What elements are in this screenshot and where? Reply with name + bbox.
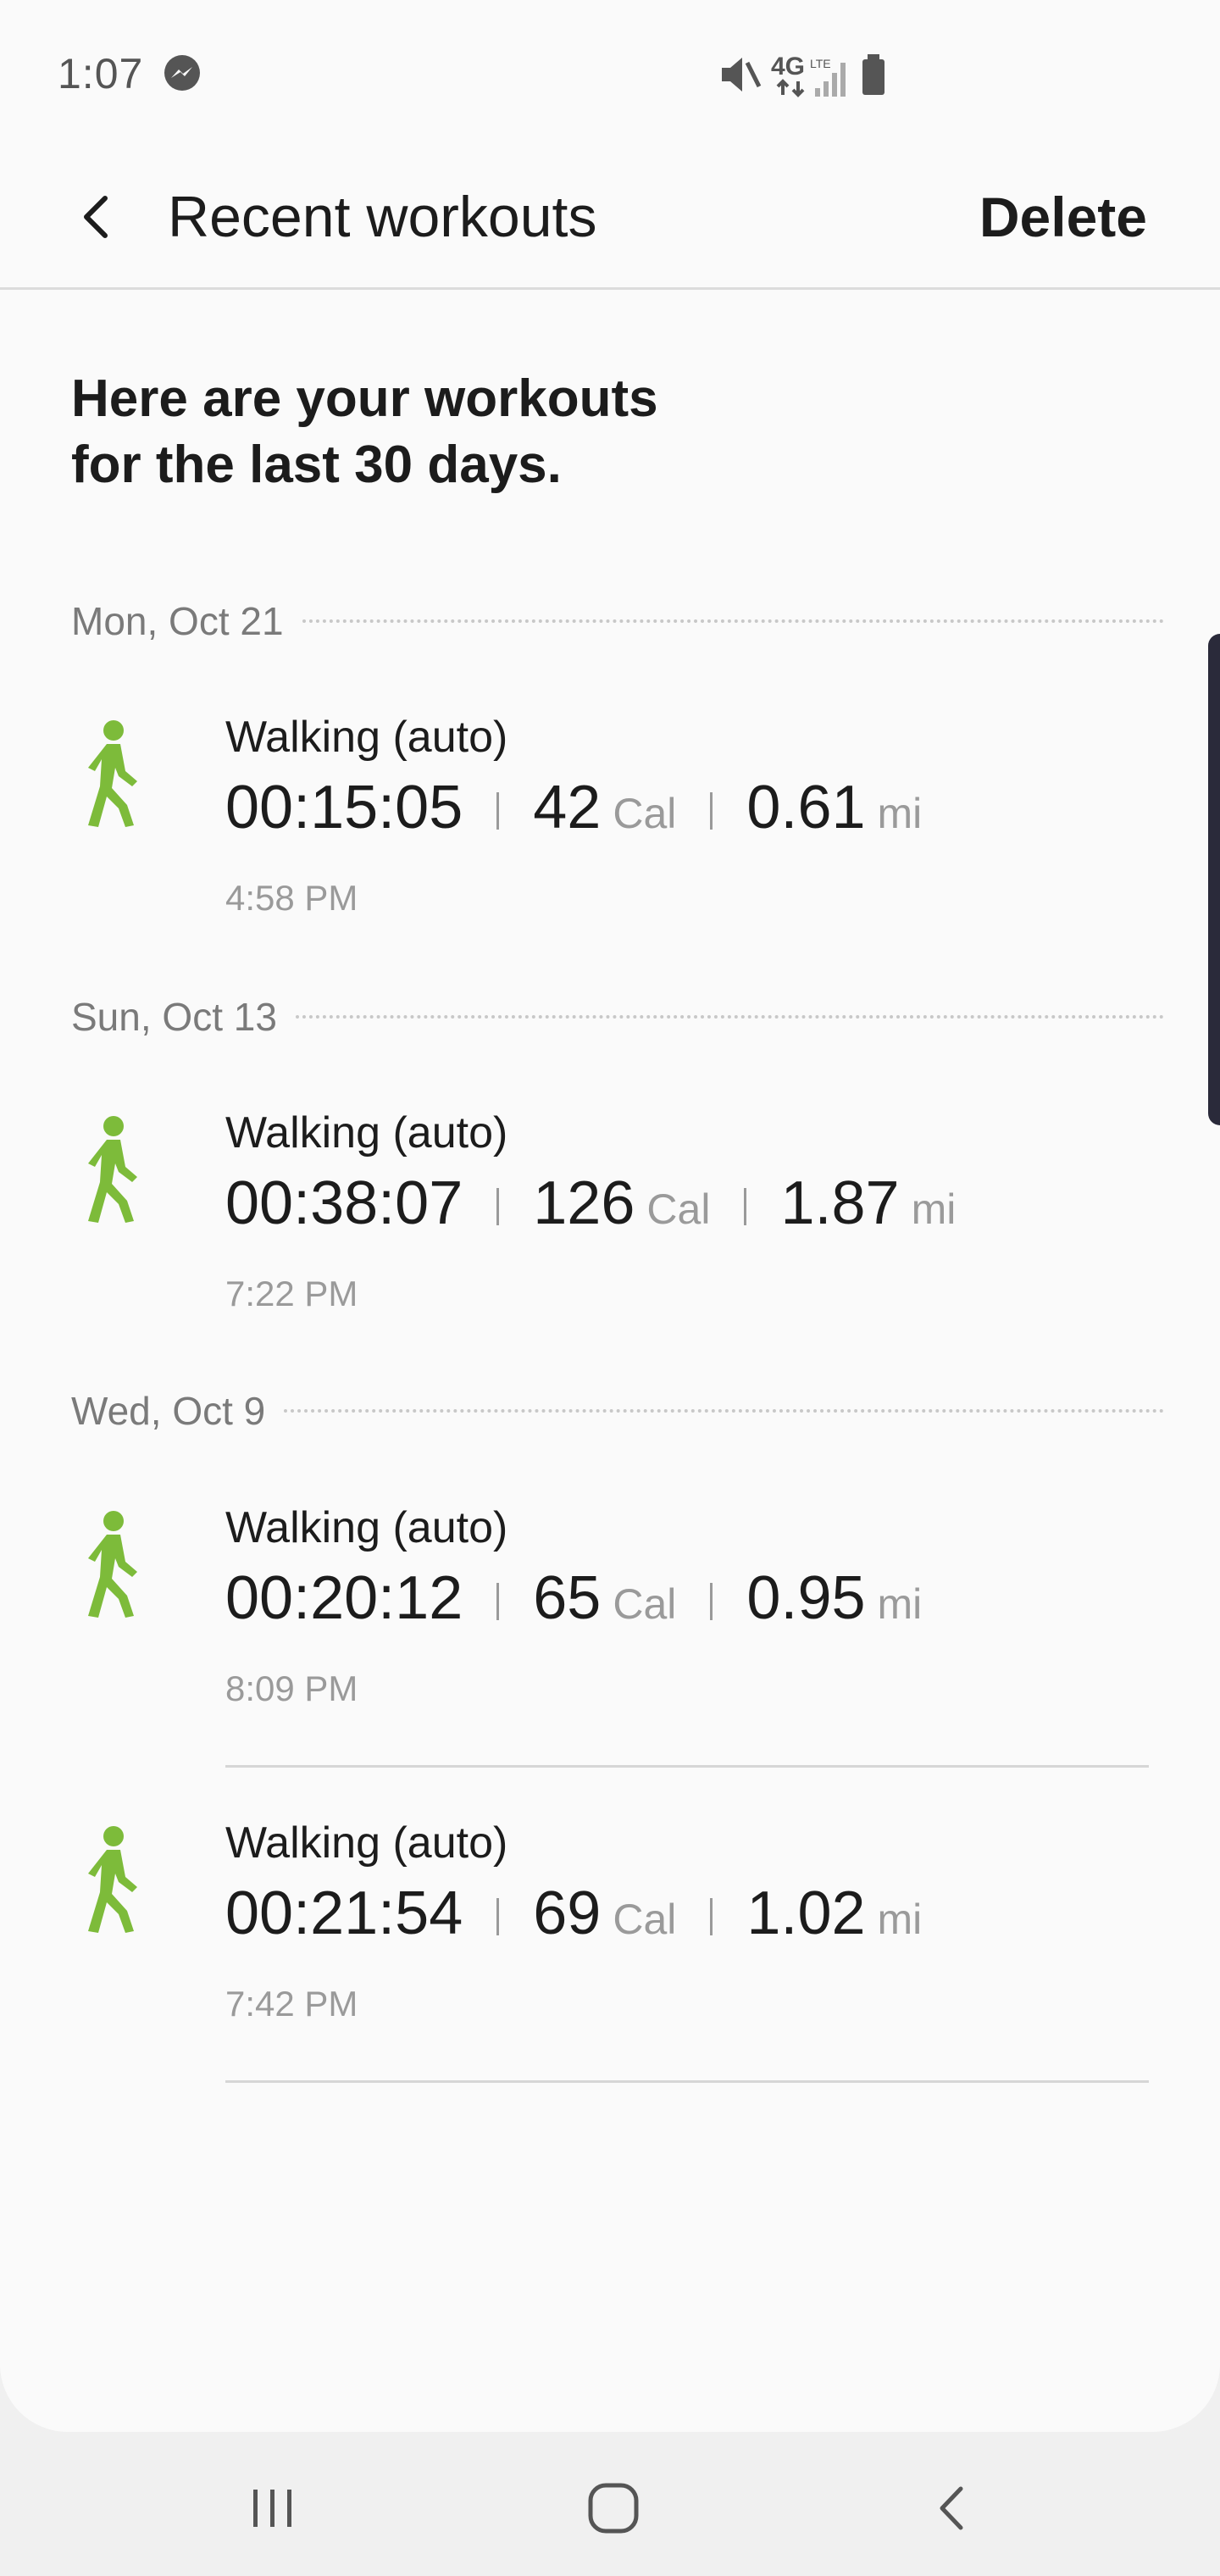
date-header: Mon, Oct 21 (71, 591, 1164, 651)
stat-separator (496, 1583, 500, 1620)
recents-button[interactable] (222, 2466, 324, 2551)
workout-stats: 00:38:07 126 Cal 1.87 mi (225, 1169, 956, 1245)
workout-item[interactable]: Walking (auto) 00:21:54 69 Cal 1.02 mi 7… (0, 1784, 1220, 2038)
workout-item[interactable]: Walking (auto) 00:38:07 126 Cal 1.87 mi … (0, 1074, 1220, 1328)
date-label: Sun, Oct 13 (71, 995, 277, 1039)
workout-type: Walking (auto) (225, 1503, 508, 1552)
workout-duration: 00:15:05 (225, 774, 463, 841)
recents-icon (253, 2490, 291, 2527)
workout-stats: 00:21:54 69 Cal 1.02 mi (225, 1879, 922, 1955)
calories-unit: Cal (613, 1580, 677, 1628)
mute-icon (722, 58, 762, 92)
walking-icon (88, 1116, 137, 1223)
stat-separator (710, 1583, 713, 1620)
distance-unit: mi (877, 1896, 923, 1943)
date-header: Sun, Oct 13 (71, 987, 1164, 1046)
workout-distance: 0.95 (746, 1564, 866, 1632)
walking-icon (88, 1511, 137, 1618)
date-label: Wed, Oct 9 (71, 1389, 266, 1433)
status-time: 1:07 (58, 50, 144, 97)
workout-distance: 1.02 (746, 1879, 866, 1947)
distance-unit: mi (877, 1580, 923, 1628)
app-bar: Recent workouts Delete (0, 144, 1220, 290)
svg-text:4G: 4G (771, 53, 805, 80)
stat-separator (710, 792, 713, 830)
calories-unit: Cal (646, 1185, 711, 1233)
distance-unit: mi (911, 1185, 957, 1233)
workout-time: 7:22 PM (225, 1274, 358, 1313)
workout-type: Walking (auto) (225, 713, 508, 762)
workout-item[interactable]: Walking (auto) 00:15:05 42 Cal 0.61 mi 4… (0, 678, 1220, 932)
workout-distance: 1.87 (780, 1169, 900, 1237)
intro-line-2: for the last 30 days. (71, 436, 562, 494)
walking-icon (88, 1826, 137, 1933)
calories-unit: Cal (613, 790, 677, 837)
workout-type: Walking (auto) (225, 1818, 508, 1868)
workout-duration: 00:20:12 (225, 1564, 463, 1632)
workout-calories: 69 (533, 1879, 602, 1947)
home-button[interactable] (563, 2466, 664, 2551)
list-divider (225, 2080, 1149, 2083)
walking-icon (88, 720, 137, 827)
messenger-icon (164, 55, 200, 91)
workout-item[interactable]: Walking (auto) 00:20:12 65 Cal 0.95 mi 8… (0, 1468, 1220, 1723)
stat-separator (496, 1898, 500, 1935)
home-icon (588, 2483, 639, 2534)
workout-stats: 00:20:12 65 Cal 0.95 mi (225, 1563, 922, 1640)
back-icon (940, 2486, 963, 2530)
workout-calories: 42 (533, 774, 602, 841)
back-button[interactable] (68, 175, 144, 259)
delete-button[interactable]: Delete (979, 175, 1147, 259)
workout-calories: 126 (533, 1169, 635, 1237)
date-divider (295, 1015, 1164, 1019)
workout-type: Walking (auto) (225, 1108, 508, 1158)
stat-separator (496, 1188, 500, 1225)
screen: 1:07 4G LTE Recent workouts Delete Here … (0, 0, 1220, 2576)
workout-stats: 00:15:05 42 Cal 0.61 mi (225, 773, 922, 849)
content-card: 1:07 4G LTE Recent workouts Delete Here … (0, 0, 1220, 2432)
workout-duration: 00:38:07 (225, 1169, 463, 1237)
stat-separator (744, 1188, 747, 1225)
workout-calories: 65 (533, 1564, 602, 1632)
workout-time: 8:09 PM (225, 1668, 358, 1708)
nav-back-button[interactable] (903, 2466, 1005, 2551)
battery-icon (862, 54, 884, 95)
intro-text: Here are your workouts for the last 30 d… (71, 366, 834, 498)
chevron-left-icon (84, 196, 108, 238)
date-divider (302, 619, 1164, 623)
workout-time: 4:58 PM (225, 878, 358, 918)
date-header: Wed, Oct 9 (71, 1381, 1164, 1441)
workout-time: 7:42 PM (225, 1984, 358, 2024)
stat-separator (710, 1898, 713, 1935)
date-divider (284, 1409, 1164, 1413)
workout-duration: 00:21:54 (225, 1879, 463, 1947)
calories-unit: Cal (613, 1896, 677, 1943)
intro-line-1: Here are your workouts (71, 369, 658, 428)
date-label: Mon, Oct 21 (71, 599, 284, 643)
workout-distance: 0.61 (746, 774, 866, 841)
navigation-bar (0, 2432, 1220, 2576)
list-divider (225, 1765, 1149, 1768)
distance-unit: mi (877, 790, 923, 837)
stat-separator (496, 792, 500, 830)
status-bar: 1:07 4G LTE (0, 0, 1220, 144)
signal-icon (815, 63, 846, 97)
scrollbar[interactable] (1208, 634, 1220, 1125)
page-title: Recent workouts (168, 185, 597, 249)
